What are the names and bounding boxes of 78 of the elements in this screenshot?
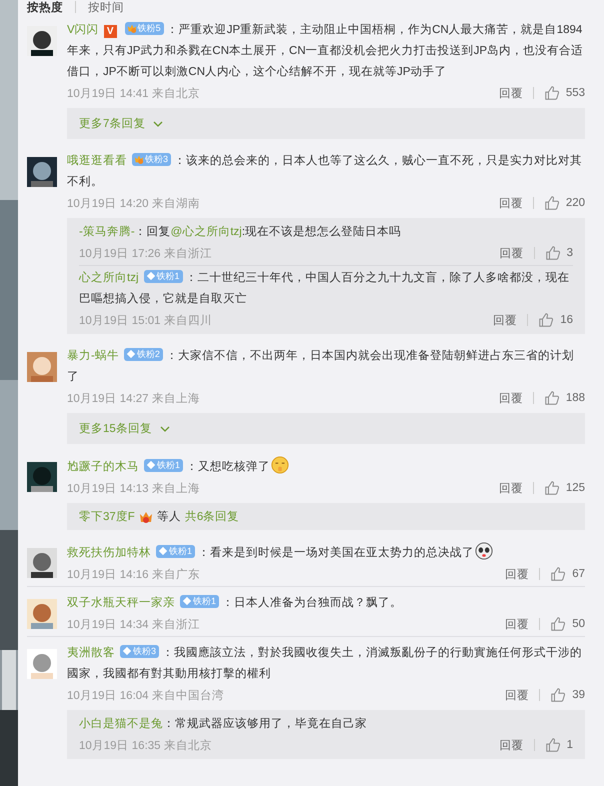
sort-tab[interactable]: 按时间 [88,0,124,14]
comment-meta: 10月19日 14:27 来自上海 [67,392,200,406]
thumbs-up-icon [544,480,560,496]
fan-badge: 铁粉1 [180,594,220,608]
comment-text: 哦逛逛看看 铁粉3 ：该来的总会来的，日本人也等了这么久，贼心一直不死，只是实力对比对其不利。 [67,152,584,190]
comment-text: 双子水瓶天秤一家亲 铁粉1 ：日本人准备为台独而战？飘了。 [67,594,404,611]
comment-meta: 10月19日 14:20 来自湖南 [67,196,200,210]
comment-text: V闪闪 V 铁粉5 ：严重欢迎JP重新武装，主动阻止中国梧桐，作为CN人最大痛苦，就是自1894年来，只有JP武力和杀戮在CN本土展开，CN一直都没机会把火力打击投送到JP岛内，也没有合适借口，JP不断可以刺激CN人内心，这个心结解不开，现在就等JP动手了 [67,20,584,80]
user-name-link[interactable]: 双子水瓶天秤一家亲 [67,597,175,609]
like-button[interactable]: 39 [550,687,585,703]
comment-text: 救死扶伤加特林 铁粉1 ：看来是到时候是一场对美国在亚太势力的总决战了 [67,542,585,564]
thumbs-up-icon [550,616,566,632]
reply-meta: 10月19日 16:35 来自北京 [79,738,212,752]
comment-meta: 10月19日 16:04 来自中国台湾 [67,688,224,702]
mention-link[interactable]: @心之所向tzj [170,226,242,238]
reply-button[interactable]: 回覆 [500,246,524,260]
comment-meta: 10月19日 14:16 来自广东 [67,567,200,582]
user-name-link[interactable]: 小白是猫不是兔 [79,718,163,730]
reply-text: -策马奔腾-：回复@心之所向tzj:现在不该是想怎么登陆日本吗 [79,224,402,240]
user-name-link[interactable]: 暴力-蜗牛 [67,350,119,362]
thumbs-up-icon [544,195,560,211]
reply-button[interactable]: 回覆 [505,566,530,582]
like-button[interactable]: 67 [550,566,585,582]
like-button[interactable]: 16 [538,312,573,328]
comment-meta: 10月19日 14:34 来自浙江 [67,618,200,632]
user-name-link[interactable]: 哦逛逛看看 [67,155,127,167]
fan-badge: 铁粉1 [156,544,196,558]
chevron-down-icon [160,426,170,432]
fan-badge: 铁粉1 [144,270,183,282]
reply-button[interactable]: 回覆 [498,196,523,210]
reply-button[interactable]: 回覆 [505,688,530,702]
thumbs-up-icon [550,566,566,582]
comment-meta: 10月19日 14:13 来自上海 [67,482,200,496]
thumbs-up-icon [544,85,560,101]
reply-count-link[interactable]: 共6条回复 [184,509,240,524]
crown-icon [138,510,153,524]
chevron-down-icon [153,120,164,126]
user-name-link[interactable]: 夷洲散客 [67,647,115,659]
fan-badge: 铁粉2 [124,348,163,360]
sort-tab[interactable]: 按热度 [27,0,63,14]
reply-text: 小白是猫不是兔：常规武器应该够用了，毕竟在自己家 [79,716,368,732]
fan-badge: 铁粉3 [132,152,172,166]
vip-badge: V [104,25,117,38]
reply-meta: 10月19日 17:26 来自浙江 [79,246,212,260]
comment-text: 夷洲散客 铁粉3 ：我國應該立法，對於我國收復失土，消滅叛亂份子的行動實施任何形式干涉的國家，我國都有對其動用核打擊的權利 [67,644,584,682]
thumbs-up-icon [538,312,554,328]
reply-button[interactable]: 回覆 [505,616,530,632]
like-button[interactable]: 1 [544,737,573,753]
fan-badge: 铁粉1 [144,458,184,472]
like-button[interactable]: 50 [550,616,585,632]
like-button[interactable]: 125 [544,480,585,496]
user-name-link[interactable]: 救死扶伤加特林 [67,547,151,559]
thumbs-up-icon [550,687,566,703]
comment-meta: 10月19日 14:41 来自北京 [67,86,200,100]
user-name-link[interactable]: 零下37度F [79,509,135,524]
comment-text: 尥蹶子的木马 铁粉1 ：又想吃核弹了 [67,456,585,478]
fan-badge: 铁粉5 [124,22,164,34]
summary-text: 等人 [156,510,181,524]
thumbs-up-icon [544,245,561,261]
reply-text: 心之所向tzj 铁粉1 ：二十世纪三十年代，中国人百分之九十九文盲，除了人多啥都没，现在巴嘔想搞入侵，它就是自取灭亡 [79,268,571,307]
thumbs-up-icon [544,390,560,406]
reply-meta: 10月19日 15:01 来自四川 [79,314,212,328]
user-name-link[interactable]: 心之所向tzj [79,272,138,284]
fan-badge: 铁粉3 [120,644,160,658]
user-name-link[interactable]: -策马奔腾- [79,226,135,238]
like-button[interactable]: 188 [544,390,585,406]
like-button[interactable]: 220 [544,195,585,211]
user-name-link[interactable]: V闪闪 [67,24,99,36]
reply-button[interactable]: 回覆 [500,738,524,752]
reply-button[interactable]: 回覆 [498,480,523,496]
like-button[interactable]: 3 [544,245,573,261]
reply-button[interactable]: 回覆 [498,86,523,100]
user-name-link[interactable]: 尥蹶子的木马 [67,461,139,473]
reply-button[interactable]: 回覆 [493,312,518,328]
like-button[interactable]: 553 [544,85,585,101]
comment-text: 暴力-蜗牛 铁粉2 ：大家信不信，不出两年，日本国内就会出现准备登陆朝鲜进占东三省的计划了 [67,346,575,385]
reply-button[interactable]: 回覆 [498,390,523,406]
thumbs-up-icon [544,737,561,753]
